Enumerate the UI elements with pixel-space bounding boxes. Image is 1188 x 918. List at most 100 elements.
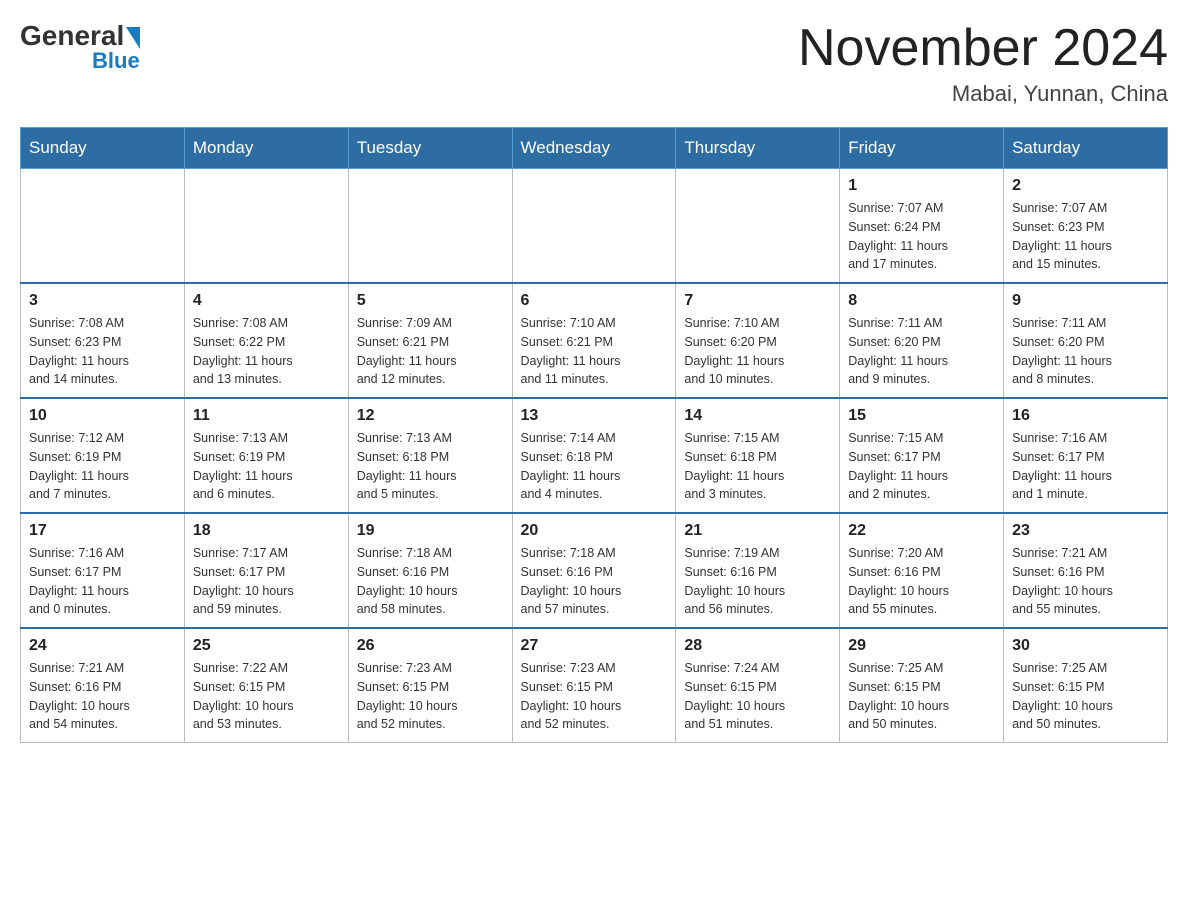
day-info: Sunrise: 7:22 AM Sunset: 6:15 PM Dayligh… <box>193 659 340 734</box>
calendar-day-cell: 27 Sunrise: 7:23 AM Sunset: 6:15 PM Dayli… <box>512 628 676 743</box>
day-info: Sunrise: 7:19 AM Sunset: 6:16 PM Dayligh… <box>684 544 831 619</box>
day-number: 1 <box>848 177 995 195</box>
month-title: November 2024 <box>798 20 1168 77</box>
day-info: Sunrise: 7:23 AM Sunset: 6:15 PM Dayligh… <box>357 659 504 734</box>
day-info: Sunrise: 7:21 AM Sunset: 6:16 PM Dayligh… <box>29 659 176 734</box>
day-number: 29 <box>848 637 995 655</box>
day-of-week-header: Saturday <box>1004 128 1168 169</box>
calendar-day-cell: 23Sunrise: 7:21 AM Sunset: 6:16 PM Dayli… <box>1004 513 1168 628</box>
day-number: 6 <box>521 292 668 310</box>
calendar-week-row: 24 Sunrise: 7:21 AM Sunset: 6:16 PM Dayli… <box>21 628 1168 743</box>
logo-blue-text: Blue <box>92 48 140 74</box>
day-info: Sunrise: 7:09 AM Sunset: 6:21 PM Dayligh… <box>357 314 504 389</box>
calendar-day-cell: 5 Sunrise: 7:09 AM Sunset: 6:21 PM Daylig… <box>348 283 512 398</box>
calendar-week-row: 10Sunrise: 7:12 AM Sunset: 6:19 PM Dayli… <box>21 398 1168 513</box>
day-info: Sunrise: 7:16 AM Sunset: 6:17 PM Dayligh… <box>1012 429 1159 504</box>
calendar-day-cell: 30 Sunrise: 7:25 AM Sunset: 6:15 PM Dayli… <box>1004 628 1168 743</box>
day-number: 24 <box>29 637 176 655</box>
calendar-day-cell <box>676 169 840 284</box>
calendar-day-cell: 13Sunrise: 7:14 AM Sunset: 6:18 PM Dayli… <box>512 398 676 513</box>
calendar-day-cell: 10Sunrise: 7:12 AM Sunset: 6:19 PM Dayli… <box>21 398 185 513</box>
day-info: Sunrise: 7:21 AM Sunset: 6:16 PM Dayligh… <box>1012 544 1159 619</box>
day-of-week-header: Thursday <box>676 128 840 169</box>
calendar-day-cell: 3 Sunrise: 7:08 AM Sunset: 6:23 PM Daylig… <box>21 283 185 398</box>
calendar-day-cell: 18 Sunrise: 7:17 AM Sunset: 6:17 PM Dayli… <box>184 513 348 628</box>
day-number: 27 <box>521 637 668 655</box>
day-info: Sunrise: 7:10 AM Sunset: 6:20 PM Dayligh… <box>684 314 831 389</box>
day-number: 21 <box>684 522 831 540</box>
day-of-week-header: Sunday <box>21 128 185 169</box>
page-header: General Blue November 2024 Mabai, Yunnan… <box>20 20 1168 107</box>
calendar-day-cell: 2 Sunrise: 7:07 AM Sunset: 6:23 PM Daylig… <box>1004 169 1168 284</box>
day-info: Sunrise: 7:17 AM Sunset: 6:17 PM Dayligh… <box>193 544 340 619</box>
calendar-day-cell: 11 Sunrise: 7:13 AM Sunset: 6:19 PM Dayli… <box>184 398 348 513</box>
day-number: 11 <box>193 407 340 425</box>
calendar-day-cell <box>512 169 676 284</box>
day-info: Sunrise: 7:15 AM Sunset: 6:17 PM Dayligh… <box>848 429 995 504</box>
calendar-day-cell: 29 Sunrise: 7:25 AM Sunset: 6:15 PM Dayli… <box>840 628 1004 743</box>
day-number: 8 <box>848 292 995 310</box>
day-number: 30 <box>1012 637 1159 655</box>
title-section: November 2024 Mabai, Yunnan, China <box>798 20 1168 107</box>
day-number: 12 <box>357 407 504 425</box>
calendar-day-cell: 1 Sunrise: 7:07 AM Sunset: 6:24 PM Daylig… <box>840 169 1004 284</box>
calendar-day-cell <box>348 169 512 284</box>
day-info: Sunrise: 7:11 AM Sunset: 6:20 PM Dayligh… <box>1012 314 1159 389</box>
day-info: Sunrise: 7:13 AM Sunset: 6:18 PM Dayligh… <box>357 429 504 504</box>
day-info: Sunrise: 7:20 AM Sunset: 6:16 PM Dayligh… <box>848 544 995 619</box>
day-number: 10 <box>29 407 176 425</box>
logo-arrow-icon <box>126 27 140 49</box>
location-label: Mabai, Yunnan, China <box>798 81 1168 107</box>
day-info: Sunrise: 7:24 AM Sunset: 6:15 PM Dayligh… <box>684 659 831 734</box>
day-of-week-header: Wednesday <box>512 128 676 169</box>
day-info: Sunrise: 7:25 AM Sunset: 6:15 PM Dayligh… <box>848 659 995 734</box>
logo: General Blue <box>20 20 140 74</box>
day-number: 3 <box>29 292 176 310</box>
day-number: 15 <box>848 407 995 425</box>
day-info: Sunrise: 7:07 AM Sunset: 6:24 PM Dayligh… <box>848 199 995 274</box>
day-of-week-header: Tuesday <box>348 128 512 169</box>
day-number: 18 <box>193 522 340 540</box>
day-number: 20 <box>521 522 668 540</box>
calendar-day-cell: 25 Sunrise: 7:22 AM Sunset: 6:15 PM Dayli… <box>184 628 348 743</box>
day-number: 17 <box>29 522 176 540</box>
calendar-day-cell: 28Sunrise: 7:24 AM Sunset: 6:15 PM Dayli… <box>676 628 840 743</box>
day-info: Sunrise: 7:23 AM Sunset: 6:15 PM Dayligh… <box>521 659 668 734</box>
calendar-day-cell <box>21 169 185 284</box>
day-info: Sunrise: 7:08 AM Sunset: 6:22 PM Dayligh… <box>193 314 340 389</box>
calendar-day-cell: 22 Sunrise: 7:20 AM Sunset: 6:16 PM Dayli… <box>840 513 1004 628</box>
day-info: Sunrise: 7:18 AM Sunset: 6:16 PM Dayligh… <box>357 544 504 619</box>
day-info: Sunrise: 7:07 AM Sunset: 6:23 PM Dayligh… <box>1012 199 1159 274</box>
day-info: Sunrise: 7:15 AM Sunset: 6:18 PM Dayligh… <box>684 429 831 504</box>
day-info: Sunrise: 7:13 AM Sunset: 6:19 PM Dayligh… <box>193 429 340 504</box>
calendar-week-row: 17 Sunrise: 7:16 AM Sunset: 6:17 PM Dayli… <box>21 513 1168 628</box>
calendar-day-cell: 15 Sunrise: 7:15 AM Sunset: 6:17 PM Dayli… <box>840 398 1004 513</box>
day-info: Sunrise: 7:11 AM Sunset: 6:20 PM Dayligh… <box>848 314 995 389</box>
calendar-day-cell: 26Sunrise: 7:23 AM Sunset: 6:15 PM Dayli… <box>348 628 512 743</box>
calendar-day-cell: 7 Sunrise: 7:10 AM Sunset: 6:20 PM Daylig… <box>676 283 840 398</box>
day-number: 25 <box>193 637 340 655</box>
calendar-day-cell: 21 Sunrise: 7:19 AM Sunset: 6:16 PM Dayli… <box>676 513 840 628</box>
day-of-week-header: Friday <box>840 128 1004 169</box>
day-number: 5 <box>357 292 504 310</box>
calendar-day-cell: 24 Sunrise: 7:21 AM Sunset: 6:16 PM Dayli… <box>21 628 185 743</box>
day-number: 2 <box>1012 177 1159 195</box>
calendar-day-cell: 16 Sunrise: 7:16 AM Sunset: 6:17 PM Dayli… <box>1004 398 1168 513</box>
day-info: Sunrise: 7:14 AM Sunset: 6:18 PM Dayligh… <box>521 429 668 504</box>
calendar-table: SundayMondayTuesdayWednesdayThursdayFrid… <box>20 127 1168 743</box>
day-info: Sunrise: 7:18 AM Sunset: 6:16 PM Dayligh… <box>521 544 668 619</box>
day-number: 22 <box>848 522 995 540</box>
calendar-day-cell: 20 Sunrise: 7:18 AM Sunset: 6:16 PM Dayli… <box>512 513 676 628</box>
day-number: 9 <box>1012 292 1159 310</box>
day-number: 7 <box>684 292 831 310</box>
day-number: 14 <box>684 407 831 425</box>
calendar-day-cell: 9 Sunrise: 7:11 AM Sunset: 6:20 PM Daylig… <box>1004 283 1168 398</box>
day-number: 16 <box>1012 407 1159 425</box>
calendar-day-cell: 8 Sunrise: 7:11 AM Sunset: 6:20 PM Daylig… <box>840 283 1004 398</box>
day-info: Sunrise: 7:16 AM Sunset: 6:17 PM Dayligh… <box>29 544 176 619</box>
calendar-day-cell: 17 Sunrise: 7:16 AM Sunset: 6:17 PM Dayli… <box>21 513 185 628</box>
day-of-week-header: Monday <box>184 128 348 169</box>
calendar-day-cell <box>184 169 348 284</box>
day-info: Sunrise: 7:25 AM Sunset: 6:15 PM Dayligh… <box>1012 659 1159 734</box>
day-info: Sunrise: 7:08 AM Sunset: 6:23 PM Dayligh… <box>29 314 176 389</box>
